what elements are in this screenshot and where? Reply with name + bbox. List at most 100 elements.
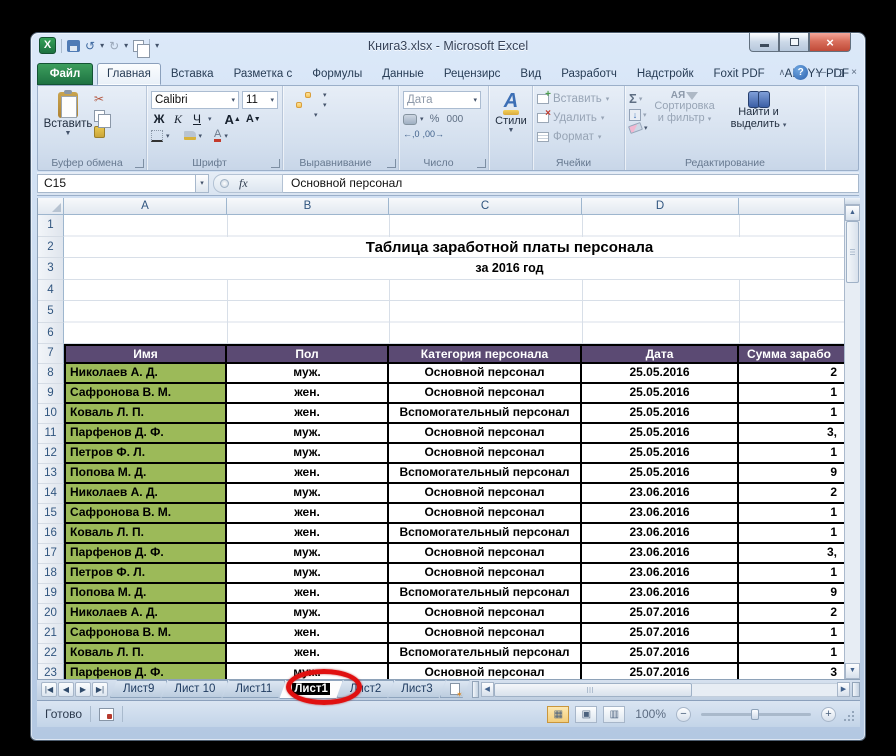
horizontal-scroll-thumb[interactable] xyxy=(493,682,692,697)
borders-icon[interactable] xyxy=(151,129,163,142)
align-center-button[interactable] xyxy=(296,102,302,108)
first-sheet-icon[interactable]: |◀ xyxy=(41,682,57,697)
cell-gender[interactable]: жен. xyxy=(227,384,389,404)
font-size-combo[interactable]: 11 ▾ xyxy=(242,91,278,109)
align-right-button[interactable] xyxy=(305,102,311,108)
cell-category[interactable]: Основной персонал xyxy=(389,564,582,584)
table-header-category[interactable]: Категория персонала xyxy=(389,344,582,364)
cell-date[interactable]: 25.05.2016 xyxy=(582,464,739,484)
cell-gender[interactable]: муж. xyxy=(227,484,389,504)
cell-gender[interactable]: муж. xyxy=(227,424,389,444)
workbook-restore-icon[interactable] xyxy=(834,68,844,77)
font-name-combo[interactable]: Calibri ▾ xyxy=(151,91,239,109)
dialog-launcher-icon[interactable] xyxy=(271,159,280,168)
cell-gender[interactable]: жен. xyxy=(227,624,389,644)
horizontal-split-handle[interactable] xyxy=(852,682,860,697)
column-header-c[interactable]: C xyxy=(389,198,582,215)
sort-filter-button[interactable]: АЯ Сортировка и фильтр ▾ xyxy=(648,89,722,132)
horizontal-scrollbar[interactable]: ◀ ▶ xyxy=(480,682,860,697)
cell-date[interactable]: 25.07.2016 xyxy=(582,604,739,624)
tab-developer[interactable]: Разработч xyxy=(551,63,627,85)
cell-sum[interactable]: 1 xyxy=(739,564,847,584)
row-header[interactable]: 12 xyxy=(38,444,64,464)
minimize-button[interactable] xyxy=(749,33,779,52)
cell-sum[interactable]: 9 xyxy=(739,584,847,604)
cell-category[interactable]: Основной персонал xyxy=(389,444,582,464)
cell-name[interactable]: Парфенов Д. Ф. xyxy=(64,544,227,564)
title-bar[interactable]: X ↺ ▾ ↻ ▾ ▾ Книга3.xlsx - Microsoft Excel … xyxy=(31,33,865,61)
decrease-decimal-icon[interactable]: ,00→ xyxy=(423,129,445,139)
row-header[interactable]: 8 xyxy=(38,364,64,384)
cell-gender[interactable]: жен. xyxy=(227,584,389,604)
cell-date[interactable]: 25.07.2016 xyxy=(582,644,739,664)
cell-name[interactable]: Парфенов Д. Ф. xyxy=(64,664,227,679)
cell-category[interactable]: Основной персонал xyxy=(389,604,582,624)
row-header[interactable]: 7 xyxy=(38,344,64,364)
cell-date[interactable]: 25.05.2016 xyxy=(582,364,739,384)
column-header-a[interactable]: A xyxy=(64,198,227,215)
sheet-tab-list3[interactable]: Лист3 xyxy=(388,680,445,698)
prev-sheet-icon[interactable]: ◀ xyxy=(58,682,74,697)
cell-category[interactable]: Основной персонал xyxy=(389,424,582,444)
merge-center-button[interactable] xyxy=(314,102,320,108)
row-header[interactable]: 22 xyxy=(38,644,64,664)
percent-style-button[interactable]: % xyxy=(427,111,443,127)
formula-input[interactable]: Основной персонал xyxy=(283,174,859,193)
cell-date[interactable]: 25.05.2016 xyxy=(582,424,739,444)
cell-category[interactable]: Основной персонал xyxy=(389,504,582,524)
cell-category[interactable]: Вспомогательный персонал xyxy=(389,584,582,604)
cell-date[interactable]: 23.06.2016 xyxy=(582,484,739,504)
row-header[interactable]: 21 xyxy=(38,624,64,644)
cell-date[interactable]: 25.05.2016 xyxy=(582,384,739,404)
align-middle-button[interactable] xyxy=(296,92,302,98)
tab-addins[interactable]: Надстройк xyxy=(627,63,704,85)
column-header-d[interactable]: D xyxy=(582,198,739,215)
font-color-icon[interactable]: А xyxy=(214,129,222,142)
row-header[interactable]: 4 xyxy=(38,279,64,301)
table-header-name[interactable]: Имя xyxy=(64,344,227,364)
comma-style-button[interactable]: 000 xyxy=(446,111,465,127)
cell-name[interactable]: Попова М. Д. xyxy=(64,584,227,604)
cell-name[interactable]: Парфенов Д. Ф. xyxy=(64,424,227,444)
row-header[interactable]: 19 xyxy=(38,584,64,604)
row-header[interactable]: 1 xyxy=(38,215,64,237)
cell-name[interactable]: Попова М. Д. xyxy=(64,464,227,484)
align-bottom-button[interactable] xyxy=(305,92,311,98)
cell-sum[interactable]: 1 xyxy=(739,624,847,644)
cell-date[interactable]: 23.06.2016 xyxy=(582,524,739,544)
empty-cells-area[interactable]: Таблица заработной платы персонала за 20… xyxy=(64,215,847,344)
row-header[interactable]: 6 xyxy=(38,322,64,344)
row-header[interactable]: 23 xyxy=(38,664,64,679)
row-header[interactable]: 9 xyxy=(38,384,64,404)
cell-date[interactable]: 25.05.2016 xyxy=(582,404,739,424)
align-left-button[interactable] xyxy=(287,102,293,108)
zoom-slider[interactable] xyxy=(701,708,811,720)
row-header[interactable]: 2 xyxy=(38,236,64,258)
next-sheet-icon[interactable]: ▶ xyxy=(75,682,91,697)
sheet-tab-list11[interactable]: Лист11 xyxy=(222,680,285,698)
row-header[interactable]: 13 xyxy=(38,464,64,484)
cell-sum[interactable]: 1 xyxy=(739,384,847,404)
cell-sum[interactable]: 3, xyxy=(739,544,847,564)
accounting-format-icon[interactable] xyxy=(403,113,417,125)
row-header[interactable]: 18 xyxy=(38,564,64,584)
cell-category[interactable]: Основной персонал xyxy=(389,384,582,404)
tab-page-layout[interactable]: Разметка с xyxy=(224,63,303,85)
cell-date[interactable]: 23.06.2016 xyxy=(582,564,739,584)
tab-data[interactable]: Данные xyxy=(372,63,434,85)
tab-insert[interactable]: Вставка xyxy=(161,63,224,85)
cell-date[interactable]: 23.06.2016 xyxy=(582,544,739,564)
sheet-subtitle-cell[interactable]: за 2016 год xyxy=(64,258,847,280)
collapse-ribbon-icon[interactable]: ∧ xyxy=(779,67,786,78)
zoom-out-icon[interactable]: − xyxy=(676,706,691,722)
shrink-font-button[interactable]: А ▼ xyxy=(245,111,262,127)
column-header-b[interactable]: B xyxy=(227,198,389,215)
bold-button[interactable]: Ж xyxy=(151,111,167,127)
sheet-tab-list10[interactable]: Лист 10 xyxy=(161,680,228,698)
format-cells-button[interactable]: Формат ▾ xyxy=(537,127,622,146)
view-normal-button[interactable]: ▦ xyxy=(547,705,570,723)
cell-name[interactable]: Коваль Л. П. xyxy=(64,524,227,544)
zoom-level[interactable]: 100% xyxy=(635,707,666,721)
cell-category[interactable]: Вспомогательный персонал xyxy=(389,644,582,664)
cell-sum[interactable]: 2 xyxy=(739,604,847,624)
